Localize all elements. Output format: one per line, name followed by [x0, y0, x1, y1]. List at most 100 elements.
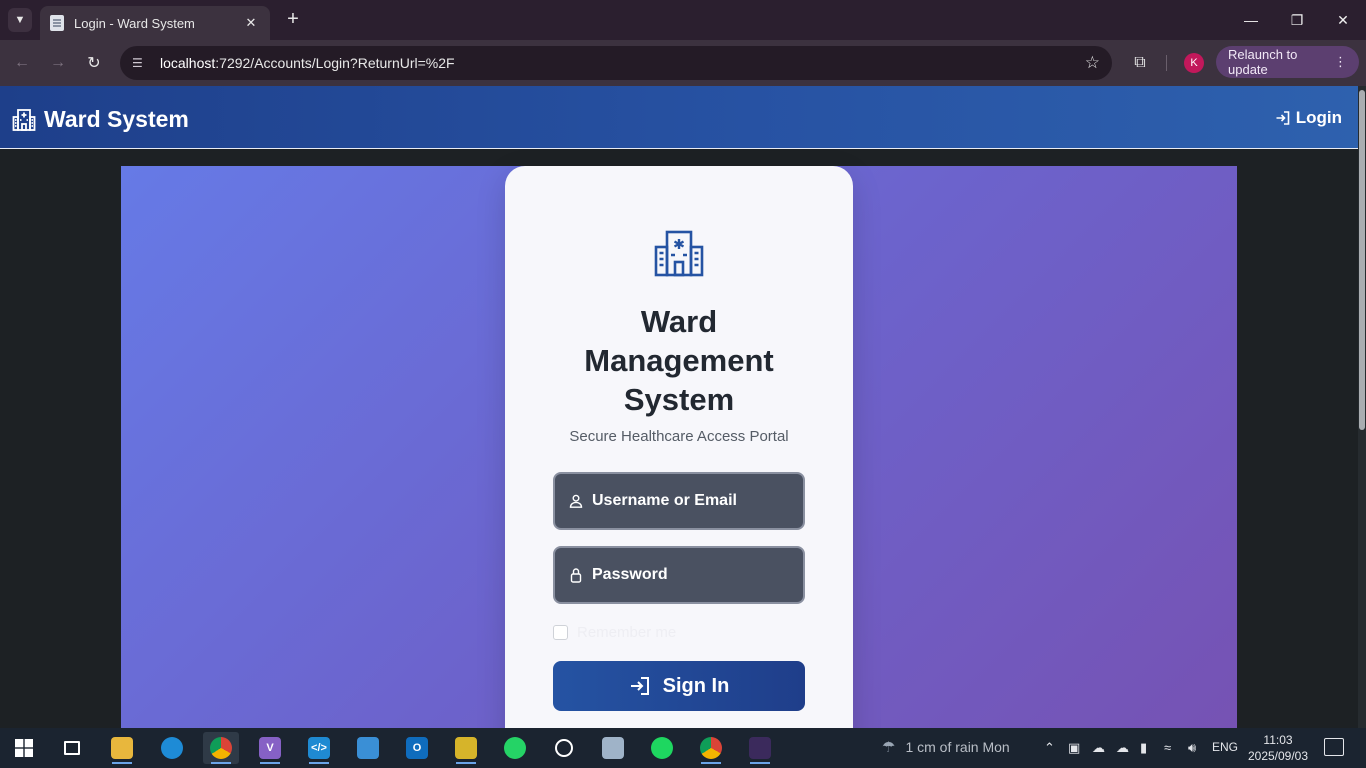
- clock-date: 2025/09/03: [1247, 749, 1309, 763]
- login-card: Ward Management System Secure Healthcare…: [505, 166, 853, 728]
- relaunch-to-update-button[interactable]: Relaunch to update ⋮: [1216, 46, 1359, 78]
- address-bar[interactable]: ☰ localhost:7292/Accounts/Login?ReturnUr…: [120, 46, 1112, 80]
- login-subtitle: Secure Healthcare Access Portal: [569, 428, 789, 445]
- page-scrollbar[interactable]: [1358, 86, 1366, 728]
- chrome-profile-app[interactable]: [693, 732, 729, 764]
- relaunch-label: Relaunch to update: [1228, 47, 1298, 77]
- windows-taskbar: V </> O ☂ 1 cm of rain Mon ⌃ ▣ ☁ ☁ ▮ ≈ 🔊…: [0, 728, 1366, 768]
- whatsapp-icon: [504, 737, 526, 759]
- weather-widget[interactable]: ☂ 1 cm of rain Mon: [882, 738, 1010, 756]
- chrome-app[interactable]: [203, 732, 239, 764]
- notification-center-icon[interactable]: [1324, 738, 1344, 756]
- battery-icon[interactable]: ▮: [1140, 740, 1147, 756]
- page-favicon-icon: [50, 15, 64, 31]
- sign-in-icon: [630, 677, 649, 695]
- spotify-icon: [651, 737, 673, 759]
- scrollbar-thumb[interactable]: [1359, 90, 1365, 430]
- chevron-down-icon: ▼: [14, 14, 26, 26]
- photos-app[interactable]: [595, 732, 631, 764]
- task-view-icon: [64, 741, 80, 755]
- brand-name: Ward System: [44, 106, 189, 132]
- nav-login-label: Login: [1295, 108, 1342, 127]
- site-info-icon[interactable]: ☰: [132, 56, 150, 70]
- edge-icon: [161, 737, 183, 759]
- login-arrow-icon: [1276, 111, 1290, 125]
- vscode-icon: </>: [308, 737, 330, 759]
- browser-tab[interactable]: Login - Ward System ✕: [40, 6, 270, 40]
- edge-app[interactable]: [154, 732, 190, 764]
- close-tab-icon[interactable]: ✕: [242, 15, 260, 31]
- circle-app[interactable]: [546, 732, 582, 764]
- forward-button[interactable]: →: [46, 51, 70, 75]
- weather-text: 1 cm of rain Mon: [905, 739, 1010, 755]
- sign-in-button[interactable]: Sign In: [553, 661, 805, 711]
- volume-icon[interactable]: 🔊︎: [1188, 740, 1196, 756]
- brand-link[interactable]: Ward System: [12, 106, 189, 133]
- clock[interactable]: 11:03 2025/09/03: [1246, 732, 1310, 764]
- umbrella-icon: ☂: [882, 739, 896, 756]
- sign-in-label: Sign In: [662, 674, 730, 697]
- profile-avatar[interactable]: K: [1184, 53, 1204, 73]
- close-window-button[interactable]: ✕: [1320, 0, 1366, 40]
- terminal-app[interactable]: [742, 732, 778, 764]
- login-title-line-1: Ward: [640, 304, 718, 339]
- file-explorer-app[interactable]: [104, 732, 140, 764]
- username-field[interactable]: Username or Email: [553, 472, 805, 530]
- image-editor-icon: [455, 737, 477, 759]
- onedrive-business-icon[interactable]: ☁: [1116, 740, 1129, 756]
- url-path: :7292/Accounts/Login?ReturnUrl=%2F: [215, 55, 455, 71]
- windows-logo-icon: [15, 739, 33, 757]
- site-navbar: Ward System Login: [0, 86, 1358, 149]
- tab-title: Login - Ward System: [74, 15, 195, 31]
- spotify-app[interactable]: [644, 732, 680, 764]
- browser-toolbar: ← → ↻ ☰ localhost:7292/Accounts/Login?Re…: [0, 40, 1366, 86]
- url-text[interactable]: localhost:7292/Accounts/Login?ReturnUrl=…: [160, 55, 1085, 71]
- meet-icon[interactable]: ▣: [1068, 740, 1080, 756]
- password-field[interactable]: Password: [553, 546, 805, 604]
- photos-icon: [602, 737, 624, 759]
- clock-time: 11:03: [1263, 733, 1293, 747]
- outlook-icon: O: [406, 737, 428, 759]
- onedrive-icon[interactable]: ☁: [1092, 740, 1105, 756]
- outlook-app[interactable]: O: [399, 732, 435, 764]
- extensions-puzzle-icon[interactable]: ⧉: [1128, 51, 1152, 75]
- tab-search-button[interactable]: ▼: [8, 8, 32, 32]
- task-view-button[interactable]: [54, 732, 90, 764]
- new-tab-button[interactable]: +: [282, 9, 304, 31]
- vscode-app[interactable]: </>: [301, 732, 337, 764]
- language-indicator[interactable]: ENG: [1212, 740, 1238, 754]
- url-host: localhost: [160, 55, 216, 71]
- page-viewport: Ward System Login Ward Management System…: [0, 86, 1358, 728]
- wifi-icon[interactable]: ≈: [1164, 740, 1171, 755]
- terminal-icon: [749, 737, 771, 759]
- visual-studio-app[interactable]: V: [252, 732, 288, 764]
- chevron-up-icon[interactable]: ⌃: [1044, 740, 1055, 756]
- reload-button[interactable]: ↻: [82, 51, 106, 75]
- control-panel-app[interactable]: [350, 732, 386, 764]
- hospital-icon: [654, 230, 704, 277]
- folder-icon: [111, 737, 133, 759]
- remember-me-checkbox[interactable]: [553, 625, 568, 640]
- remember-me-label: Remember me: [577, 624, 677, 641]
- browser-title-bar: ▼ Login - Ward System ✕ + — ❐ ✕: [0, 0, 1366, 40]
- visual-studio-icon: V: [259, 737, 281, 759]
- username-placeholder: Username or Email: [592, 492, 737, 509]
- bookmark-star-icon[interactable]: ☆: [1085, 53, 1100, 73]
- image-editor-app[interactable]: [448, 732, 484, 764]
- chrome-icon: [700, 737, 722, 759]
- chrome-icon: [210, 737, 232, 759]
- whatsapp-app[interactable]: [497, 732, 533, 764]
- control-panel-icon: [357, 737, 379, 759]
- login-title: Ward Management System: [505, 302, 853, 419]
- circle-slash-icon: [555, 739, 573, 757]
- restore-button[interactable]: ❐: [1274, 0, 1320, 40]
- back-button[interactable]: ←: [10, 51, 34, 75]
- remember-me[interactable]: Remember me: [553, 624, 676, 641]
- lock-icon: [570, 568, 582, 583]
- login-title-line-3: System: [623, 382, 735, 417]
- kebab-menu-icon: ⋮: [1334, 54, 1347, 69]
- start-button[interactable]: [6, 732, 42, 764]
- hospital-icon: [12, 108, 36, 131]
- minimize-button[interactable]: —: [1228, 0, 1274, 40]
- nav-login-link[interactable]: Login: [1275, 108, 1342, 128]
